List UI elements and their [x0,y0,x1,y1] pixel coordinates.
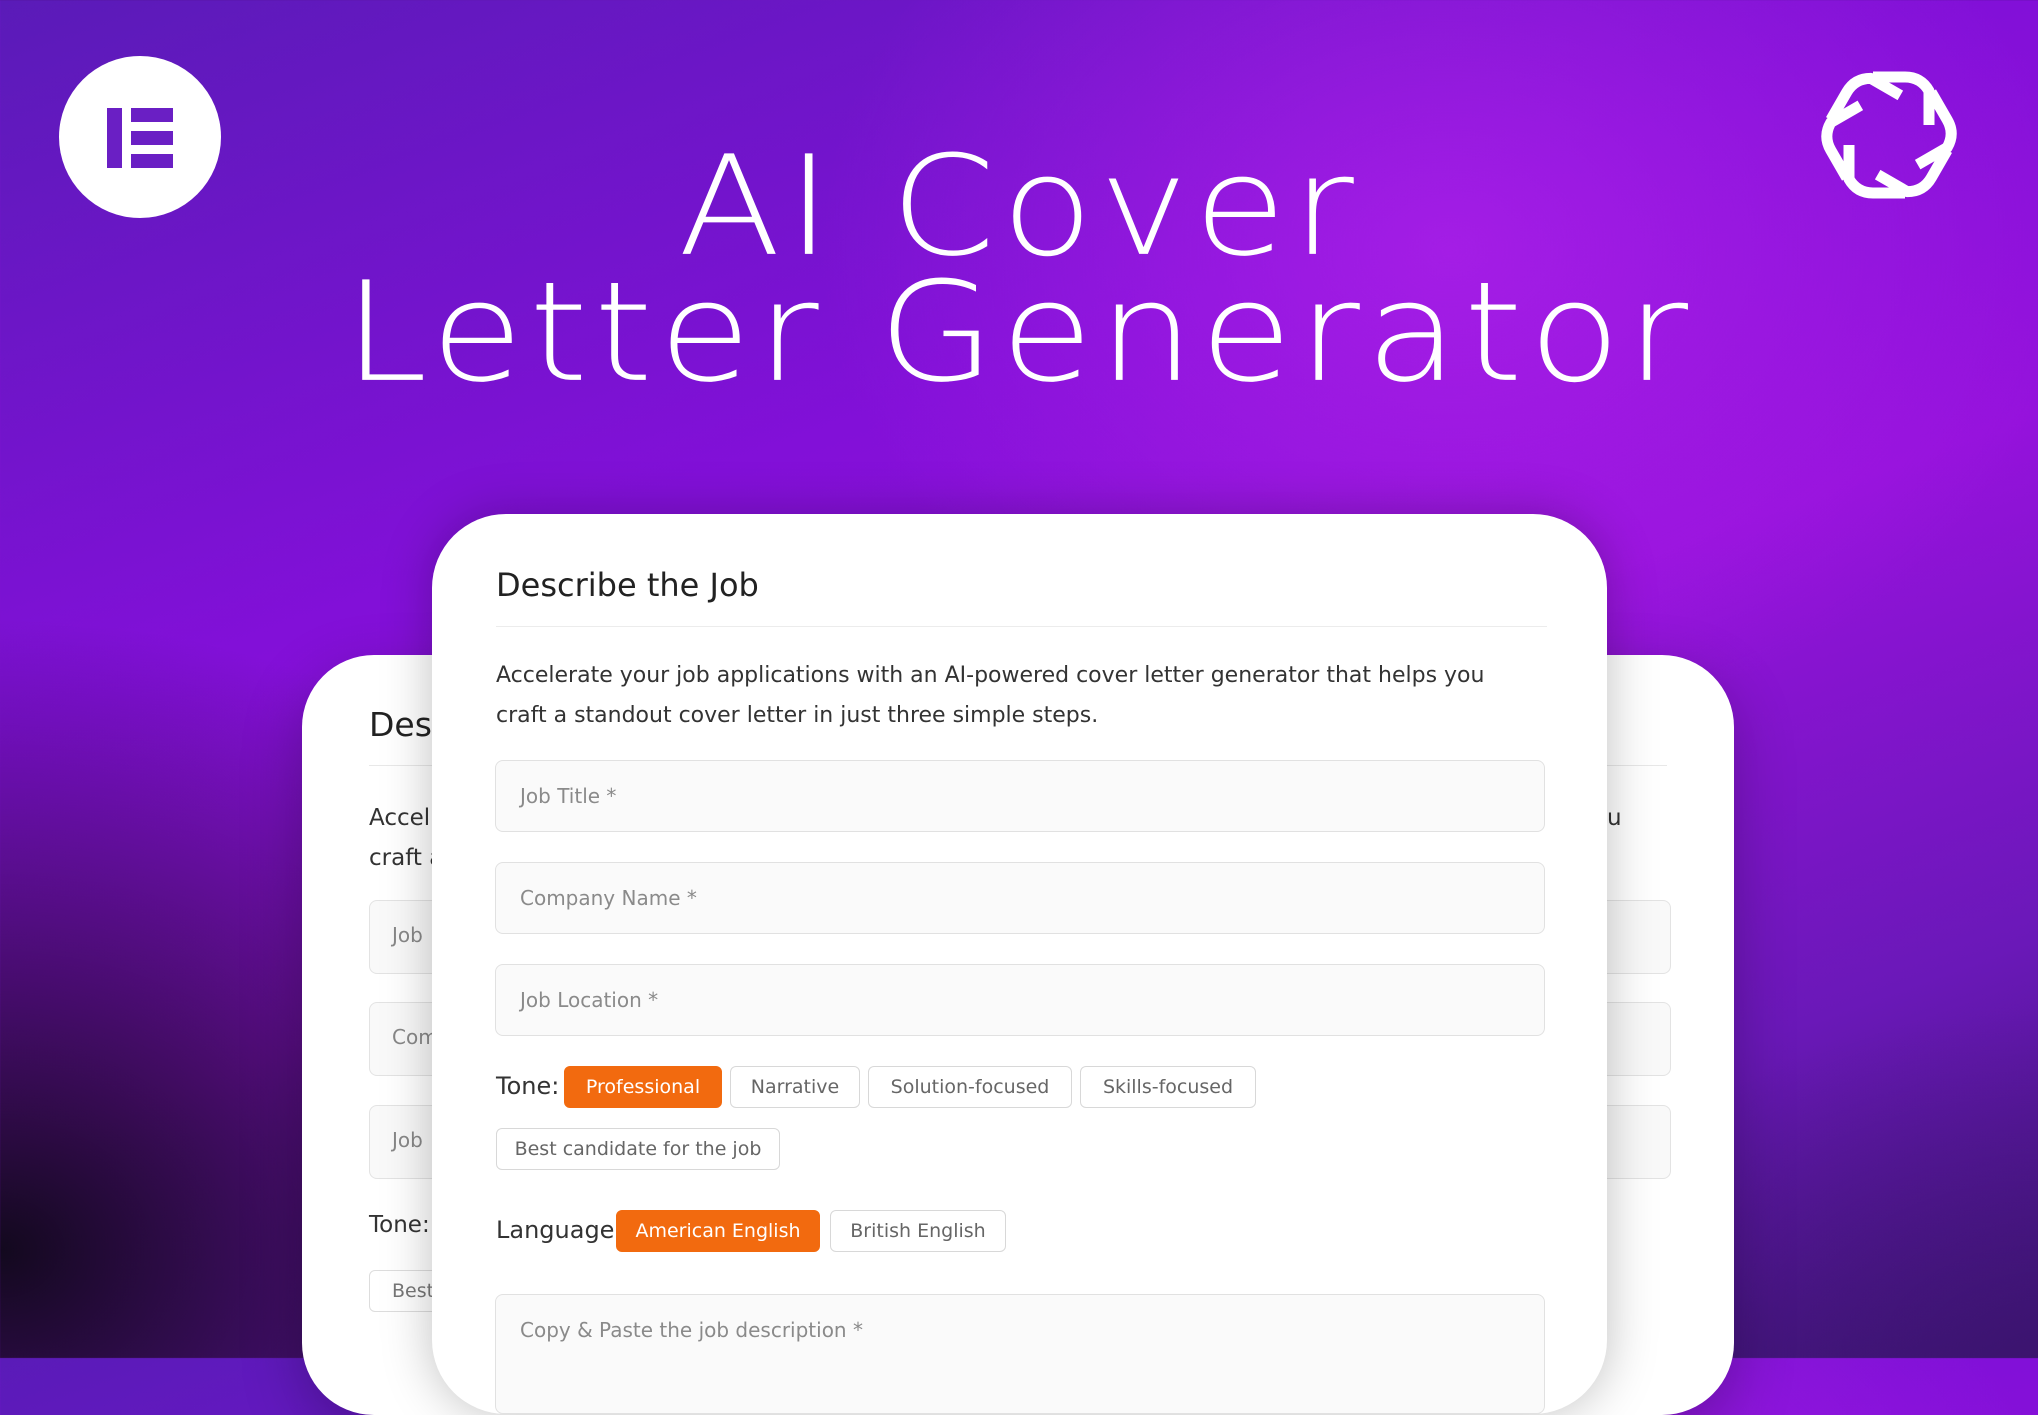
back-card-field-1-label: Job [392,923,423,947]
tone-option-skills-focused[interactable]: Skills-focused [1080,1066,1256,1108]
job-location-placeholder: Job Location * [520,988,659,1012]
back-card-field-2-label: Com [392,1025,438,1049]
form-description-line-1: Accelerate your job applications with an… [496,663,1485,688]
language-option-american-english[interactable]: American English [616,1210,820,1252]
form-description: Accelerate your job applications with an… [496,656,1556,736]
language-option-british-english[interactable]: British English [830,1210,1006,1252]
tone-label: Tone: [496,1072,560,1100]
job-form-card: Describe the Job Accelerate your job app… [432,514,1607,1414]
job-description-textarea[interactable]: Copy & Paste the job description * [495,1294,1545,1414]
form-title: Describe the Job [496,566,759,604]
job-location-input[interactable]: Job Location * [495,964,1545,1036]
job-description-placeholder: Copy & Paste the job description * [520,1318,863,1342]
back-card-field-3-label: Job [392,1128,423,1152]
company-name-input[interactable]: Company Name * [495,862,1545,934]
language-label: Language: [496,1216,623,1244]
form-divider [496,626,1547,627]
form-description-line-2: craft a standout cover letter in just th… [496,703,1099,728]
company-name-placeholder: Company Name * [520,886,697,910]
job-title-placeholder: Job Title * [520,784,617,808]
tone-option-solution-focused[interactable]: Solution-focused [868,1066,1072,1108]
tone-option-narrative[interactable]: Narrative [730,1066,860,1108]
tone-option-best-candidate[interactable]: Best candidate for the job [496,1128,780,1170]
tone-option-professional[interactable]: Professional [564,1066,722,1108]
back-card-text-right: u [1607,805,1622,831]
job-title-input[interactable]: Job Title * [495,760,1545,832]
back-card-chip-label: Best [392,1280,435,1302]
headline-line-2: Letter Generator [343,252,1695,414]
back-card-tone-label: Tone: [369,1212,430,1238]
